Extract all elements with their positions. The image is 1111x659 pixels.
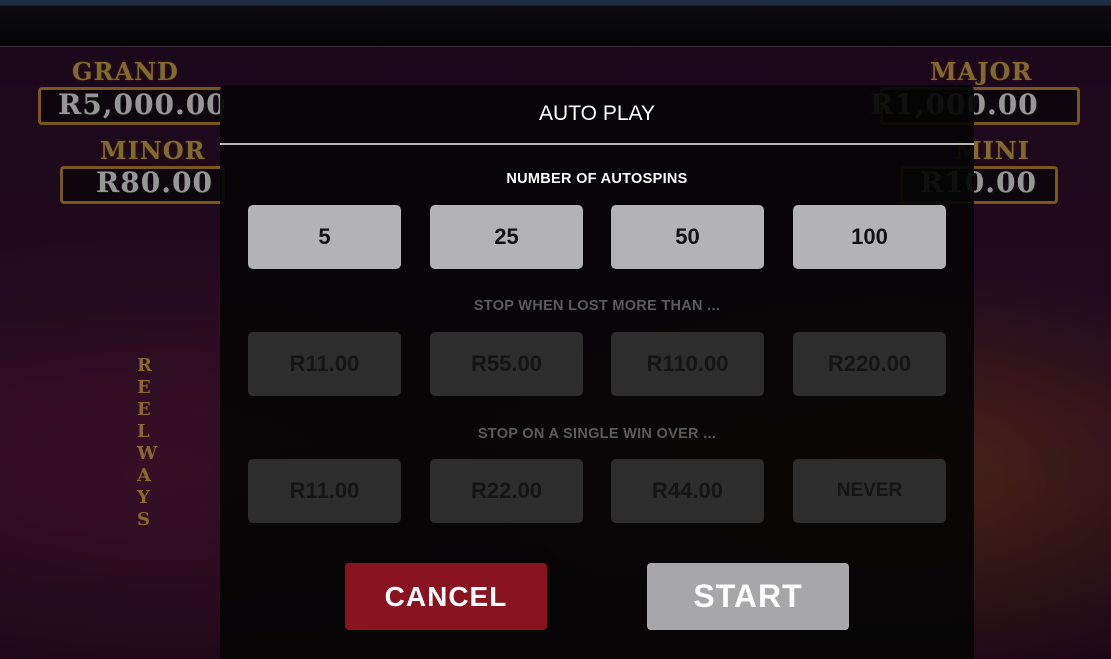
autospins-options: 5 25 50 100 xyxy=(248,205,946,269)
loss-limit-option-55[interactable]: R55.00 xyxy=(430,332,583,396)
single-win-option-22[interactable]: R22.00 xyxy=(430,459,583,523)
loss-limit-option-110[interactable]: R110.00 xyxy=(611,332,764,396)
autospins-option-25[interactable]: 25 xyxy=(430,205,583,269)
autospins-option-100[interactable]: 100 xyxy=(793,205,946,269)
single-win-label: STOP ON A SINGLE WIN OVER ... xyxy=(477,426,717,442)
auto-play-dialog: AUTO PLAY NUMBER OF AUTOSPINS 5 25 50 10… xyxy=(220,85,974,659)
loss-limit-options: R11.00 R55.00 R110.00 R220.00 xyxy=(248,332,946,396)
loss-limit-option-11[interactable]: R11.00 xyxy=(248,332,401,396)
start-button[interactable]: START xyxy=(647,563,849,630)
single-win-option-44[interactable]: R44.00 xyxy=(611,459,764,523)
single-win-option-11[interactable]: R11.00 xyxy=(248,459,401,523)
title-divider xyxy=(220,143,974,145)
dialog-title: AUTO PLAY xyxy=(539,102,655,125)
autospins-option-5[interactable]: 5 xyxy=(248,205,401,269)
cancel-button[interactable]: CANCEL xyxy=(345,563,547,630)
autospins-label: NUMBER OF AUTOSPINS xyxy=(506,171,688,187)
loss-limit-option-220[interactable]: R220.00 xyxy=(793,332,946,396)
autospins-option-50[interactable]: 50 xyxy=(611,205,764,269)
single-win-options: R11.00 R22.00 R44.00 NEVER xyxy=(248,459,946,523)
single-win-option-never[interactable]: NEVER xyxy=(793,459,946,523)
loss-limit-label: STOP WHEN LOST MORE THAN ... xyxy=(473,298,721,314)
top-bar xyxy=(0,0,1111,47)
